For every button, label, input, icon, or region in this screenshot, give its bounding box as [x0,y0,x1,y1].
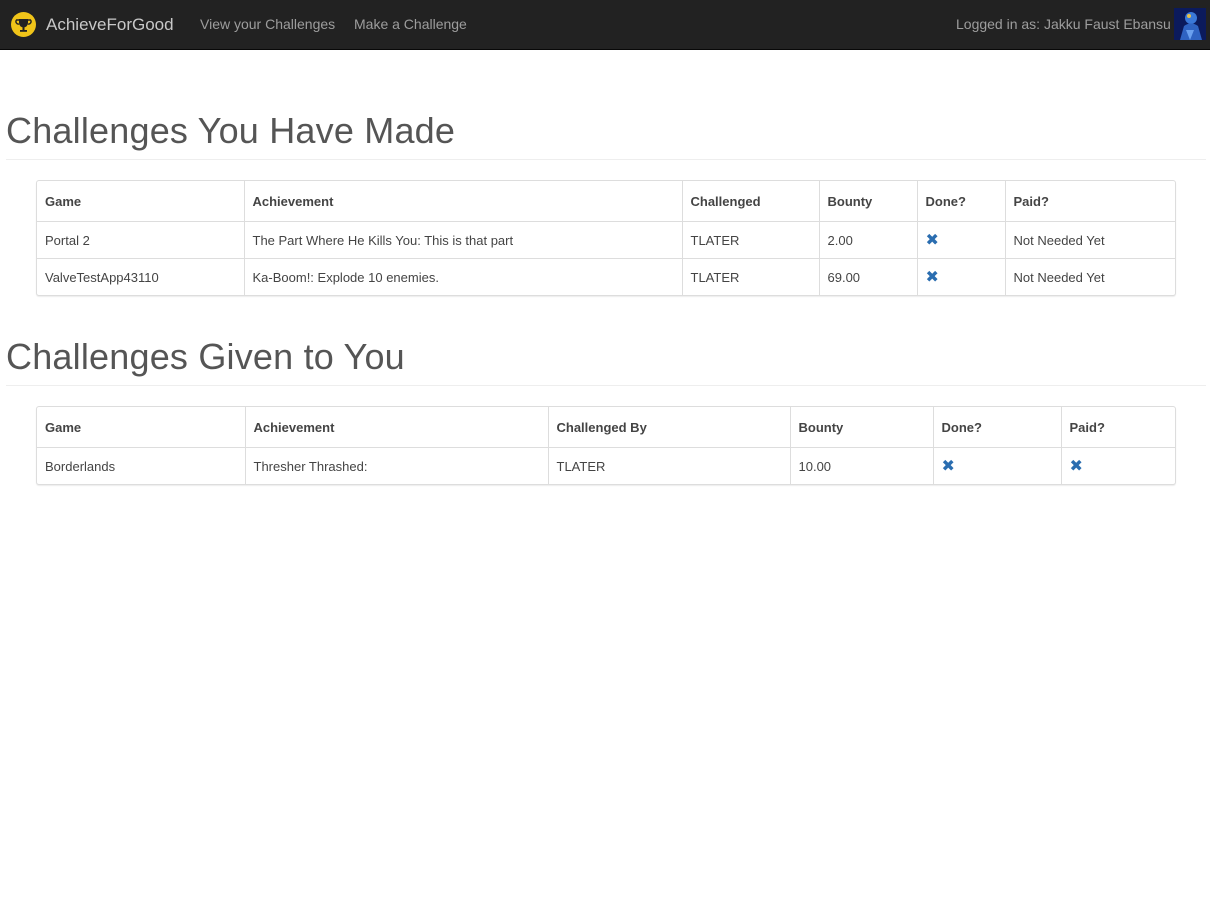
given-challenges-table: Game Achievement Challenged By Bounty Do… [37,407,1175,484]
cell-achievement: Ka-Boom!: Explode 10 enemies. [243,258,682,295]
section-divider [6,385,1206,386]
cell-bounty: 10.00 [789,447,933,484]
col-header-game: Game [37,181,244,222]
col-header-bounty: Bounty [818,181,917,222]
table-row: Borderlands Thresher Thrashed: TLATER 10… [37,447,1175,484]
cell-paid: ✖ [1060,447,1175,484]
cell-game: Portal 2 [45,232,90,248]
brand-name: AchieveForGood [46,14,174,34]
col-header-done: Done? [916,181,1005,222]
col-header-paid: Paid? [1004,181,1175,222]
made-challenges-table-panel: Game Achievement Challenged Bounty Done?… [36,180,1176,296]
col-header-challenged: Challenged [681,181,819,222]
cell-game: ValveTestApp43110 [37,258,244,295]
table-header-row: Game Achievement Challenged Bounty Done?… [37,181,1175,222]
logged-in-label: Logged in as: Jakku Faust Ebansu [956,16,1171,32]
cell-bounty: 69.00 [818,258,917,295]
table-header-row: Game Achievement Challenged By Bounty Do… [37,407,1175,448]
cell-done: ✖ [916,221,1005,259]
cell-challenged: TLATER [681,258,819,295]
cell-done: ✖ [916,258,1005,295]
col-header-achievement: Achievement [243,181,682,222]
remove-icon: ✖ [925,269,939,286]
section-divider [6,159,1206,160]
cell-bounty: 2.00 [818,221,917,259]
made-challenges-table: Game Achievement Challenged Bounty Done?… [37,181,1175,295]
cell-paid: Not Needed Yet [1004,221,1175,259]
trophy-icon [11,12,36,37]
cell-done: ✖ [932,447,1061,484]
cell-game: Borderlands [45,458,116,474]
table-row: ValveTestApp43110 Ka-Boom!: Explode 10 e… [37,258,1175,295]
given-section-title: Challenges Given to You [6,336,405,377]
cell-paid: Not Needed Yet [1004,258,1175,295]
table-row: Portal 2 The Part Where He Kills You: Th… [37,221,1175,259]
given-challenges-table-panel: Game Achievement Challenged By Bounty Do… [36,406,1176,485]
col-header-bounty: Bounty [789,407,933,448]
remove-icon: ✖ [941,458,955,475]
nav-make-challenge[interactable]: Make a Challenge [354,0,467,49]
remove-icon: ✖ [1069,458,1083,475]
remove-icon: ✖ [925,232,939,249]
col-header-challenged-by: Challenged By [547,407,790,448]
col-header-game: Game [37,407,245,448]
navbar: AchieveForGood View your Challenges Make… [0,0,1210,50]
cell-challenged-by: TLATER [547,447,790,484]
col-header-paid: Paid? [1060,407,1175,448]
cell-achievement: The Part Where He Kills You: This is tha… [243,221,682,259]
made-section-title: Challenges You Have Made [6,110,456,151]
nav-view-challenges[interactable]: View your Challenges [200,0,335,49]
cell-challenged: TLATER [681,221,819,259]
user-avatar[interactable] [1174,8,1206,40]
col-header-done: Done? [932,407,1061,448]
col-header-achievement: Achievement [244,407,548,448]
cell-achievement: Thresher Thrashed: [244,447,548,484]
brand-link[interactable]: AchieveForGood [11,0,174,49]
